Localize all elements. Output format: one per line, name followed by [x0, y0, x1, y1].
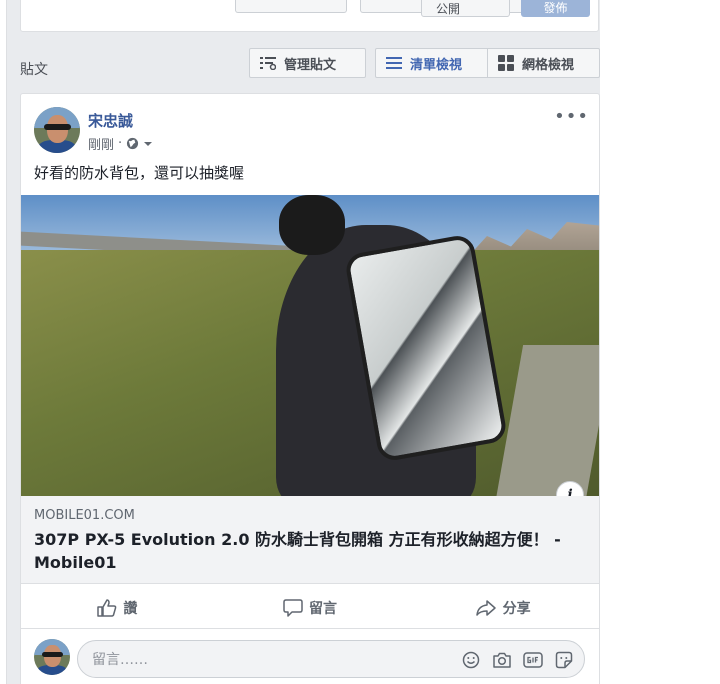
like-label: 讚: [123, 600, 138, 617]
grid-view-button[interactable]: 網格檢視: [488, 49, 599, 77]
post-text: 好看的防水背包，還可以抽獎喔: [34, 164, 245, 182]
posts-header: 貼文 管理貼文 清單檢視 網格檢視: [20, 48, 600, 80]
post-card: 宋忠誠 剛剛 · ••• 好看的防水背包，還可以抽獎喔 i MOBILE01.C…: [20, 93, 600, 684]
link-title: 307P PX-5 Evolution 2.0 防水騎士背包開箱 方正有形收納超…: [34, 530, 561, 572]
manage-icon: [260, 57, 276, 70]
view-toggle: 清單檢視 網格檢視: [375, 48, 600, 78]
comment-tools: [460, 649, 574, 670]
thumbs-up-icon: [97, 598, 117, 617]
share-icon: [475, 599, 496, 616]
share-label: 分享: [502, 600, 531, 617]
grid-view-label: 網格檢視: [522, 57, 575, 73]
post-time[interactable]: 剛剛: [88, 134, 114, 153]
post-meta: 剛剛 ·: [88, 134, 153, 153]
comment-icon: [283, 598, 303, 617]
list-view-label: 清單檢視: [410, 57, 463, 73]
more-options-icon[interactable]: •••: [554, 106, 589, 127]
right-blank-area: [600, 0, 720, 684]
comment-label: 留言: [309, 600, 337, 617]
grid-icon: [498, 55, 514, 71]
publish-label: 發佈: [543, 1, 568, 15]
author-name[interactable]: 宋忠誠: [88, 110, 133, 131]
publish-button[interactable]: 發佈: [521, 0, 590, 17]
privacy-button[interactable]: 公開: [421, 0, 510, 17]
link-domain: MOBILE01.COM: [34, 508, 135, 523]
share-button[interactable]: 分享: [406, 587, 599, 628]
camera-icon[interactable]: [491, 649, 512, 670]
post-actions: 讚 留言 分享: [21, 587, 599, 629]
comment-button[interactable]: 留言: [214, 587, 407, 628]
manage-posts-button[interactable]: 管理貼文: [249, 48, 366, 78]
author-avatar[interactable]: [34, 107, 80, 153]
sticker-icon[interactable]: [553, 649, 574, 670]
link-preview[interactable]: MOBILE01.COM 307P PX-5 Evolution 2.0 防水騎…: [21, 496, 599, 584]
meta-separator: ·: [118, 136, 123, 151]
comment-composer: [21, 634, 599, 684]
list-view-button[interactable]: 清單檢視: [376, 49, 488, 77]
comment-box[interactable]: [77, 640, 585, 678]
privacy-label: 公開: [436, 2, 461, 16]
left-edge-panel: [0, 0, 7, 684]
posts-title: 貼文: [20, 62, 48, 78]
commenter-avatar[interactable]: [34, 639, 70, 675]
composer-card-bottom: 公開 發佈: [20, 0, 599, 32]
manage-posts-label: 管理貼文: [284, 57, 337, 73]
composer-option[interactable]: [235, 0, 347, 13]
link-preview-image[interactable]: [21, 195, 599, 496]
gif-icon[interactable]: [522, 649, 543, 670]
like-button[interactable]: 讚: [21, 587, 214, 628]
list-icon: [386, 57, 402, 69]
chevron-down-icon[interactable]: [143, 140, 153, 148]
emoji-icon[interactable]: [460, 649, 481, 670]
comment-input[interactable]: [92, 650, 442, 670]
globe-icon[interactable]: [126, 137, 139, 150]
